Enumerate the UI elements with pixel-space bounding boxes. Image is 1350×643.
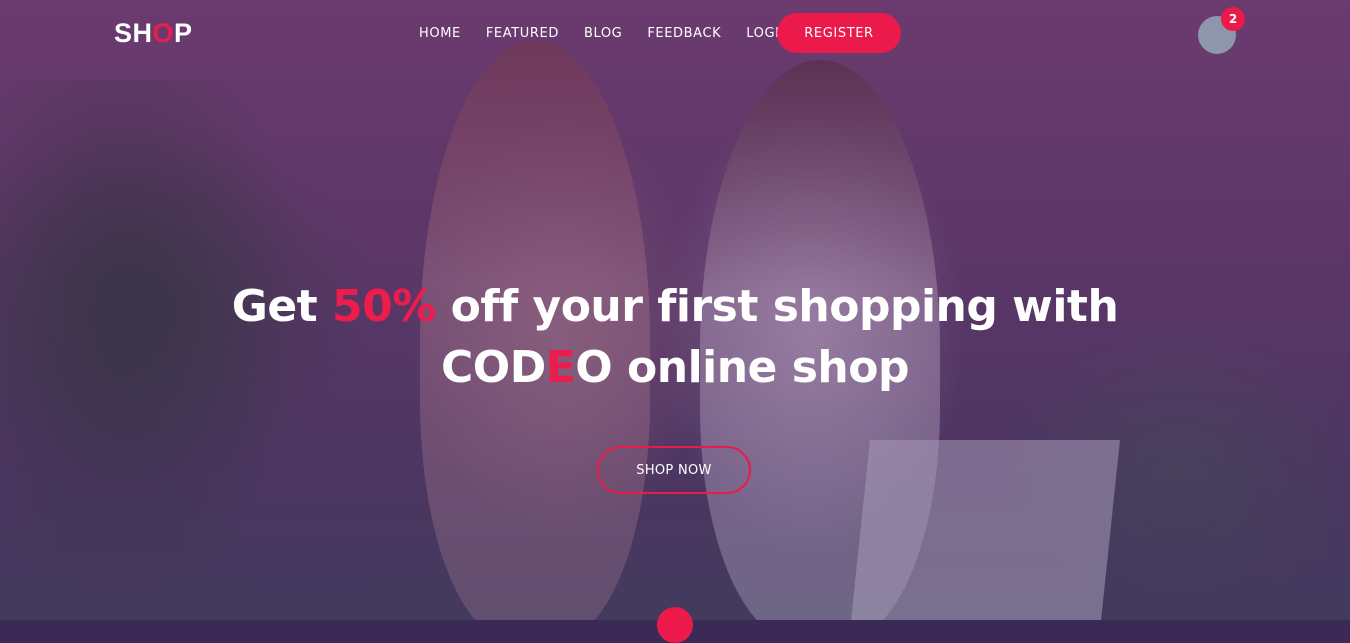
main-nav: HOME FEATURED BLOG FEEDBACK LOGIN [419, 24, 815, 44]
logo-text-start: SH [114, 18, 153, 48]
hero-headline: Get 50% off your first shopping with COD… [0, 276, 1350, 398]
headline-discount: 50% [332, 281, 436, 332]
logo[interactable]: SHOP [114, 18, 193, 49]
headline-line1-start: Get [231, 281, 333, 332]
cart-count-badge: 2 [1221, 7, 1245, 31]
nav-blog[interactable]: BLOG [584, 24, 622, 44]
headline-line2-end: O online shop [575, 342, 909, 393]
nav-featured[interactable]: FEATURED [486, 24, 559, 44]
logo-text-end: P [174, 18, 193, 48]
register-button[interactable]: REGISTER [777, 13, 901, 53]
nav-home[interactable]: HOME [419, 24, 461, 44]
shop-now-button[interactable]: SHOP NOW [597, 446, 751, 494]
headline-line1-end: off your first shopping with [435, 281, 1119, 332]
nav-feedback[interactable]: FEEDBACK [647, 24, 721, 44]
headline-line2-start: COD [441, 342, 546, 393]
scroll-down-button[interactable] [657, 607, 693, 643]
headline-brand-accent: E [545, 342, 576, 393]
logo-text-accent: O [152, 18, 175, 48]
